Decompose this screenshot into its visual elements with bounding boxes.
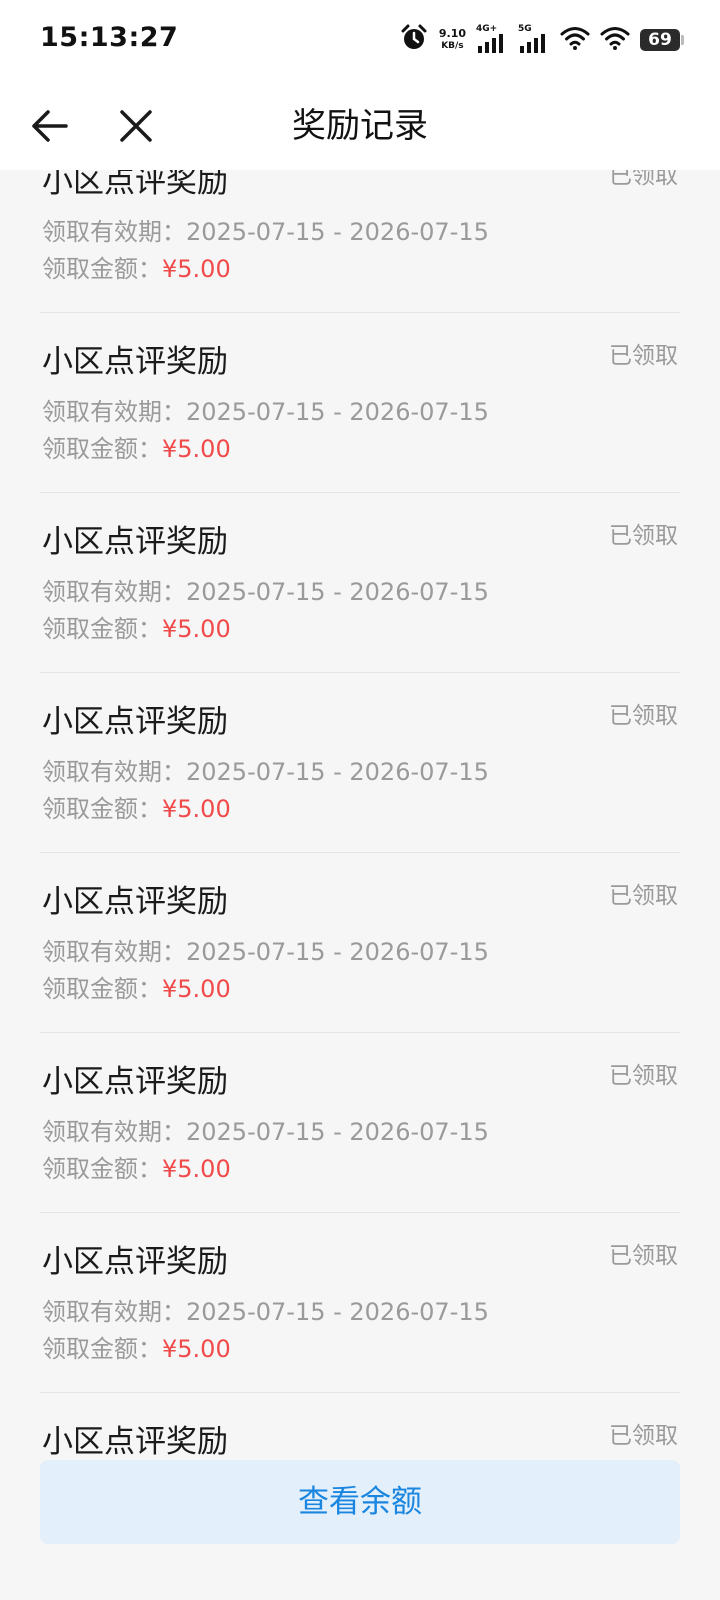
net-speed-unit: KB/s xyxy=(441,41,464,51)
amount-value: ¥5.00 xyxy=(162,795,231,823)
record-amount: 领取金额：¥5.00 xyxy=(42,973,231,1005)
period-label: 领取有效期： xyxy=(42,1118,186,1146)
record-title: 小区点评奖励 xyxy=(42,1064,228,1100)
period-label: 领取有效期： xyxy=(42,578,186,606)
record-title: 小区点评奖励 xyxy=(42,704,228,740)
amount-label: 领取金额： xyxy=(42,615,162,643)
amount-value: ¥5.00 xyxy=(162,435,231,463)
reward-record-list-inner: 小区点评奖励 已领取 领取有效期：2025-07-15 - 2026-07-15… xyxy=(0,170,720,1460)
record-amount: 领取金额：¥5.00 xyxy=(42,793,231,825)
record-title: 小区点评奖励 xyxy=(42,524,228,560)
list-item: 小区点评奖励 已领取 xyxy=(40,1393,680,1460)
status-badge: 已领取 xyxy=(609,883,678,909)
battery-icon: 69 xyxy=(640,29,684,51)
status-time: 15:13:27 xyxy=(40,22,179,53)
status-icons: 9.10 KB/s 4G+ 5G 69 xyxy=(399,22,684,58)
app-header: 奖励记录 xyxy=(0,80,720,170)
period-value: 2025-07-15 - 2026-07-15 xyxy=(186,1298,489,1326)
status-badge: 已领取 xyxy=(609,1423,678,1449)
record-amount: 领取金额：¥5.00 xyxy=(42,613,231,645)
net-speed-value: 9.10 xyxy=(438,27,466,40)
sim1-signal: 4G+ xyxy=(476,24,508,54)
list-item: 小区点评奖励 已领取 领取有效期：2025-07-15 - 2026-07-15… xyxy=(40,170,680,313)
record-amount: 领取金额：¥5.00 xyxy=(42,1153,231,1185)
status-badge: 已领取 xyxy=(609,343,678,369)
list-item: 小区点评奖励 已领取 领取有效期：2025-07-15 - 2026-07-15… xyxy=(40,673,680,853)
status-badge: 已领取 xyxy=(609,703,678,729)
wifi-icon xyxy=(560,25,590,55)
status-badge: 已领取 xyxy=(609,170,678,189)
reward-record-list[interactable]: 小区点评奖励 已领取 领取有效期：2025-07-15 - 2026-07-15… xyxy=(0,170,720,1460)
amount-label: 领取金额： xyxy=(42,1155,162,1183)
status-badge: 已领取 xyxy=(609,1243,678,1269)
record-title: 小区点评奖励 xyxy=(42,1424,228,1460)
record-amount: 领取金额：¥5.00 xyxy=(42,433,231,465)
signal-icon xyxy=(478,34,503,53)
amount-label: 领取金额： xyxy=(42,435,162,463)
bottom-bar: 查看余额 xyxy=(0,1460,720,1600)
status-badge: 已领取 xyxy=(609,1063,678,1089)
screen: 15:13:27 9.10 KB/s 4G+ 5G 69 奖励记录 小区点评奖励… xyxy=(0,0,720,1600)
record-period: 领取有效期：2025-07-15 - 2026-07-15 xyxy=(42,216,489,248)
period-label: 领取有效期： xyxy=(42,218,186,246)
list-item: 小区点评奖励 已领取 领取有效期：2025-07-15 - 2026-07-15… xyxy=(40,853,680,1033)
wifi-icon xyxy=(600,25,630,55)
period-value: 2025-07-15 - 2026-07-15 xyxy=(186,938,489,966)
record-title: 小区点评奖励 xyxy=(42,1244,228,1280)
amount-label: 领取金额： xyxy=(42,795,162,823)
status-bar: 15:13:27 9.10 KB/s 4G+ 5G 69 xyxy=(0,0,720,80)
amount-value: ¥5.00 xyxy=(162,975,231,1003)
net-speed: 9.10 KB/s xyxy=(439,28,466,52)
record-amount: 领取金额：¥5.00 xyxy=(42,253,231,285)
period-value: 2025-07-15 - 2026-07-15 xyxy=(186,398,489,426)
period-value: 2025-07-15 - 2026-07-15 xyxy=(186,758,489,786)
period-label: 领取有效期： xyxy=(42,1298,186,1326)
record-period: 领取有效期：2025-07-15 - 2026-07-15 xyxy=(42,936,489,968)
amount-value: ¥5.00 xyxy=(162,1155,231,1183)
period-label: 领取有效期： xyxy=(42,398,186,426)
amount-label: 领取金额： xyxy=(42,255,162,283)
amount-label: 领取金额： xyxy=(42,975,162,1003)
record-period: 领取有效期：2025-07-15 - 2026-07-15 xyxy=(42,1296,489,1328)
record-title: 小区点评奖励 xyxy=(42,170,228,200)
record-period: 领取有效期：2025-07-15 - 2026-07-15 xyxy=(42,756,489,788)
sim2-signal: 5G xyxy=(518,24,550,54)
list-item: 小区点评奖励 已领取 领取有效期：2025-07-15 - 2026-07-15… xyxy=(40,1033,680,1213)
record-title: 小区点评奖励 xyxy=(42,344,228,380)
record-period: 领取有效期：2025-07-15 - 2026-07-15 xyxy=(42,396,489,428)
amount-label: 领取金额： xyxy=(42,1335,162,1363)
battery-level: 69 xyxy=(648,30,672,50)
period-value: 2025-07-15 - 2026-07-15 xyxy=(186,218,489,246)
amount-value: ¥5.00 xyxy=(162,615,231,643)
period-label: 领取有效期： xyxy=(42,758,186,786)
record-title: 小区点评奖励 xyxy=(42,884,228,920)
amount-value: ¥5.00 xyxy=(162,255,231,283)
record-amount: 领取金额：¥5.00 xyxy=(42,1333,231,1365)
period-label: 领取有效期： xyxy=(42,938,186,966)
status-badge: 已领取 xyxy=(609,523,678,549)
signal-icon xyxy=(520,34,545,53)
amount-value: ¥5.00 xyxy=(162,1335,231,1363)
alarm-icon xyxy=(399,23,429,57)
list-item: 小区点评奖励 已领取 领取有效期：2025-07-15 - 2026-07-15… xyxy=(40,493,680,673)
view-balance-button[interactable]: 查看余额 xyxy=(40,1460,680,1544)
record-period: 领取有效期：2025-07-15 - 2026-07-15 xyxy=(42,1116,489,1148)
page-title: 奖励记录 xyxy=(292,106,428,146)
list-item: 小区点评奖励 已领取 领取有效期：2025-07-15 - 2026-07-15… xyxy=(40,1213,680,1393)
period-value: 2025-07-15 - 2026-07-15 xyxy=(186,578,489,606)
period-value: 2025-07-15 - 2026-07-15 xyxy=(186,1118,489,1146)
record-period: 领取有效期：2025-07-15 - 2026-07-15 xyxy=(42,576,489,608)
list-item: 小区点评奖励 已领取 领取有效期：2025-07-15 - 2026-07-15… xyxy=(40,313,680,493)
